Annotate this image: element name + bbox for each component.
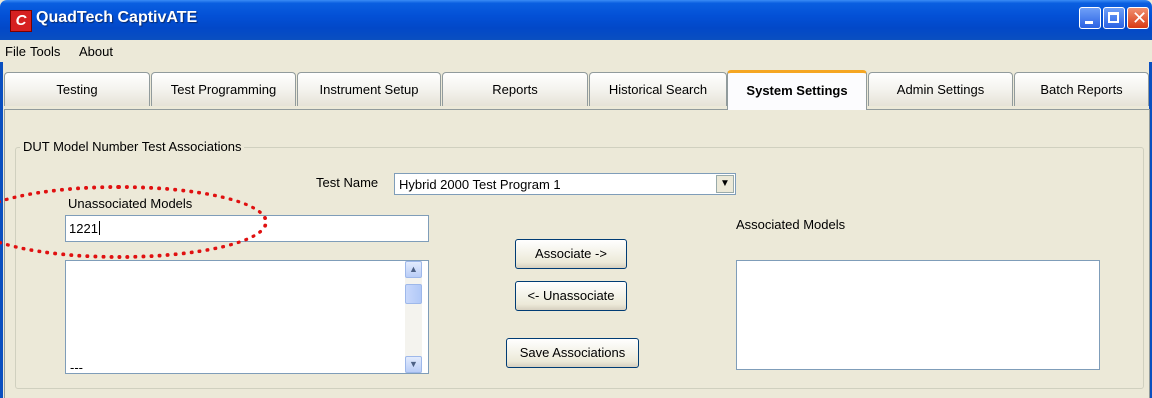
minimize-button[interactable] bbox=[1079, 7, 1101, 29]
maximize-button[interactable] bbox=[1103, 7, 1125, 29]
associated-models-list[interactable] bbox=[736, 260, 1100, 370]
unassociated-models-list[interactable]: --- bbox=[65, 260, 429, 374]
list-item[interactable]: --- bbox=[70, 361, 83, 373]
minimize-icon bbox=[1085, 21, 1093, 24]
tab-instrument-setup[interactable]: Instrument Setup bbox=[297, 72, 441, 106]
tab-test-programming[interactable]: Test Programming bbox=[151, 72, 296, 106]
tab-batch-reports[interactable]: Batch Reports bbox=[1014, 72, 1149, 106]
tab-testing[interactable]: Testing bbox=[4, 72, 150, 106]
menu-about[interactable]: About bbox=[79, 44, 113, 59]
scroll-down-button[interactable]: ▼ bbox=[405, 356, 422, 373]
title-bar: C QuadTech CaptivATE ✕ bbox=[0, 0, 1152, 40]
scroll-up-button[interactable]: ▲ bbox=[405, 261, 422, 278]
menu-bar: File Tools About bbox=[0, 40, 1152, 62]
tab-reports[interactable]: Reports bbox=[442, 72, 588, 106]
test-name-select[interactable]: Hybrid 2000 Test Program 1 ▼ bbox=[394, 173, 736, 195]
group-title: DUT Model Number Test Associations bbox=[20, 139, 245, 154]
tab-system-settings[interactable]: System Settings bbox=[727, 70, 867, 110]
test-name-value: Hybrid 2000 Test Program 1 bbox=[399, 177, 561, 192]
save-associations-button[interactable]: Save Associations bbox=[506, 338, 639, 368]
scroll-thumb[interactable] bbox=[405, 284, 422, 304]
chevron-up-icon: ▲ bbox=[409, 264, 418, 274]
chevron-down-icon: ▼ bbox=[409, 359, 418, 369]
unassociate-button[interactable]: <- Unassociate bbox=[515, 281, 627, 311]
dropdown-arrow-icon[interactable]: ▼ bbox=[716, 175, 734, 193]
maximize-icon bbox=[1108, 12, 1119, 23]
menu-file[interactable]: File bbox=[5, 44, 26, 59]
test-name-label: Test Name bbox=[316, 175, 379, 190]
menu-tools[interactable]: Tools bbox=[30, 44, 60, 59]
associated-models-label: Associated Models bbox=[736, 217, 846, 232]
close-button[interactable]: ✕ bbox=[1127, 7, 1149, 29]
list-scrollbar[interactable]: ▲ ▼ bbox=[405, 261, 422, 373]
app-icon: C bbox=[10, 10, 32, 32]
close-icon: ✕ bbox=[1132, 8, 1148, 28]
associate-button[interactable]: Associate -> bbox=[515, 239, 627, 269]
window-title: QuadTech CaptivATE bbox=[36, 9, 198, 26]
tab-admin-settings[interactable]: Admin Settings bbox=[868, 72, 1013, 106]
tab-historical-search[interactable]: Historical Search bbox=[589, 72, 727, 106]
